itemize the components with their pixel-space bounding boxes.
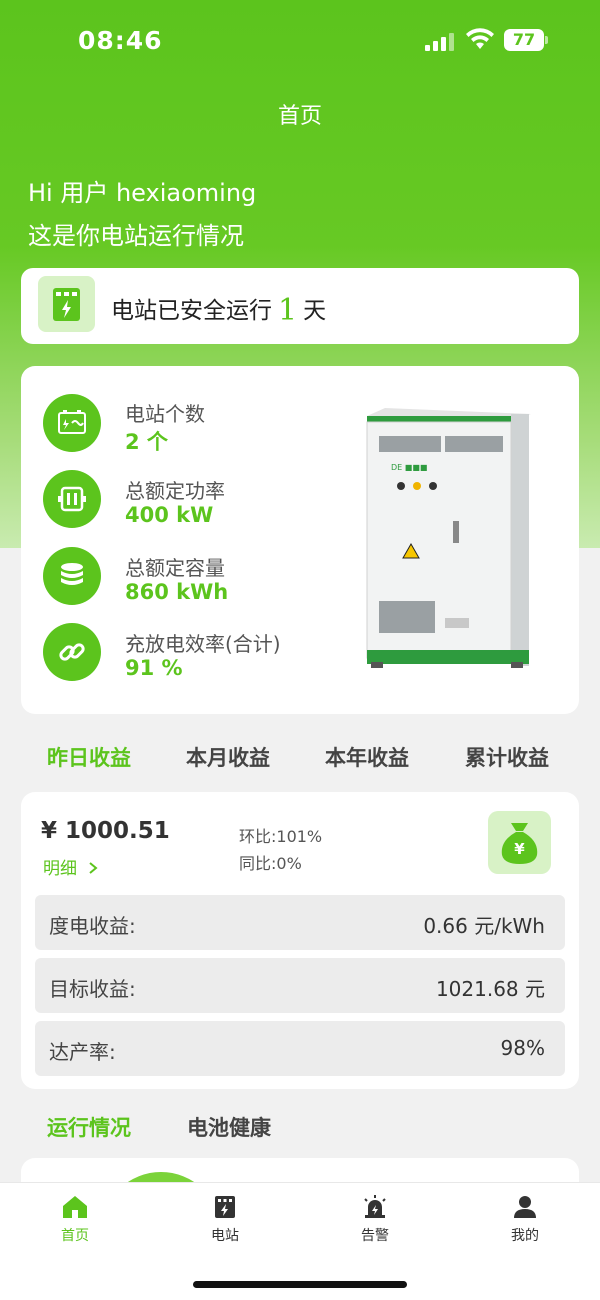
tab-yesterday-income[interactable]: 昨日收益 <box>47 742 131 772</box>
money-bag-icon: ¥ <box>488 811 551 874</box>
income-row: 目标收益: 1021.68 元 <box>35 958 565 1013</box>
battery-indicator: 77 <box>504 29 544 51</box>
yoy-ratio: 同比:0% <box>239 854 302 873</box>
capacity-stack-icon <box>43 547 101 605</box>
user-icon <box>514 1196 536 1218</box>
safe-run-suffix: 天 <box>303 298 327 324</box>
tabbar-station[interactable]: 电站 <box>175 1195 275 1245</box>
clock: 08:46 <box>78 26 163 55</box>
income-card: ¥ 1000.51 明细 环比:101% 同比:0% ¥ 度电收益: 0.66 … <box>21 792 579 1089</box>
page-title: 首页 <box>277 104 322 129</box>
tabbar-mine[interactable]: 我的 <box>475 1195 575 1245</box>
row-value: 1021.68 元 <box>435 977 545 1001</box>
stat-label: 充放电效率(合计) <box>125 632 281 656</box>
stat-label: 总额定容量 <box>125 556 225 580</box>
detail-link-label: 明细 <box>43 859 77 879</box>
chevron-right-icon <box>89 862 98 874</box>
greeting-subtitle: 这是你电站运行情况 <box>28 222 244 250</box>
row-label: 达产率: <box>49 1040 116 1064</box>
home-icon <box>63 1196 87 1218</box>
status-bar: 08:46 77 <box>0 0 600 80</box>
tabbar-label: 首页 <box>61 1228 89 1244</box>
safe-run-card: 电站已安全运行 1 天 <box>21 268 579 344</box>
stat-label: 总额定功率 <box>125 479 225 503</box>
detail-link[interactable]: 明细 <box>43 854 98 879</box>
battery-nub <box>545 36 548 44</box>
tab-total-income[interactable]: 累计收益 <box>465 742 549 772</box>
tab-run-status[interactable]: 运行情况 <box>47 1112 131 1142</box>
stat-value: 860 kWh <box>125 580 229 604</box>
alarm-icon <box>364 1195 386 1218</box>
link-icon <box>43 623 101 681</box>
stat-value: 2 个 <box>125 430 168 454</box>
wifi-icon <box>466 28 494 49</box>
income-row: 度电收益: 0.66 元/kWh <box>35 895 565 950</box>
energy-storage-cabinet-image: DE ■■■ <box>366 408 531 668</box>
row-label: 目标收益: <box>49 977 136 1001</box>
tab-month-income[interactable]: 本月收益 <box>186 742 270 772</box>
safe-run-prefix: 电站已安全运行 <box>111 298 272 324</box>
battery-cabinet-icon <box>43 394 101 452</box>
station-icon <box>215 1196 235 1218</box>
safe-run-days: 1 <box>278 293 298 328</box>
cellular-signal-icon <box>425 33 455 51</box>
row-label: 度电收益: <box>49 914 136 938</box>
income-amount: ¥ 1000.51 <box>41 818 170 844</box>
tab-battery-health[interactable]: 电池健康 <box>187 1112 271 1142</box>
station-icon <box>38 276 95 332</box>
row-value: 98% <box>500 1036 545 1060</box>
income-tabs: 昨日收益 本月收益 本年收益 累计收益 <box>0 742 600 782</box>
tabbar-home[interactable]: 首页 <box>25 1195 125 1245</box>
row-value: 0.66 元/kWh <box>423 914 545 938</box>
greeting-user: Hi 用户 hexiaoming <box>28 179 257 207</box>
stat-label: 电站个数 <box>125 402 205 426</box>
run-tabs: 运行情况 电池健康 <box>0 1112 600 1152</box>
svg-text:¥: ¥ <box>514 840 525 858</box>
mom-ratio: 环比:101% <box>239 827 323 846</box>
tab-year-income[interactable]: 本年收益 <box>325 742 409 772</box>
power-module-icon <box>43 470 101 528</box>
home-indicator <box>193 1281 407 1288</box>
stat-value: 91 % <box>125 656 183 680</box>
stat-value: 400 kW <box>125 503 214 527</box>
station-stats-card: 电站个数 2 个 总额定功率 400 kW 总额定容量 860 kWh 充放电效… <box>21 366 579 714</box>
tabbar-label: 告警 <box>361 1228 389 1244</box>
tabbar-alarm[interactable]: 告警 <box>325 1195 425 1245</box>
tabbar-label: 电站 <box>211 1228 239 1244</box>
safe-run-text: 电站已安全运行 1 天 <box>111 291 326 328</box>
tabbar-label: 我的 <box>511 1228 539 1244</box>
income-row: 达产率: 98% <box>35 1021 565 1076</box>
svg-text:DE ■■■: DE ■■■ <box>391 463 427 472</box>
